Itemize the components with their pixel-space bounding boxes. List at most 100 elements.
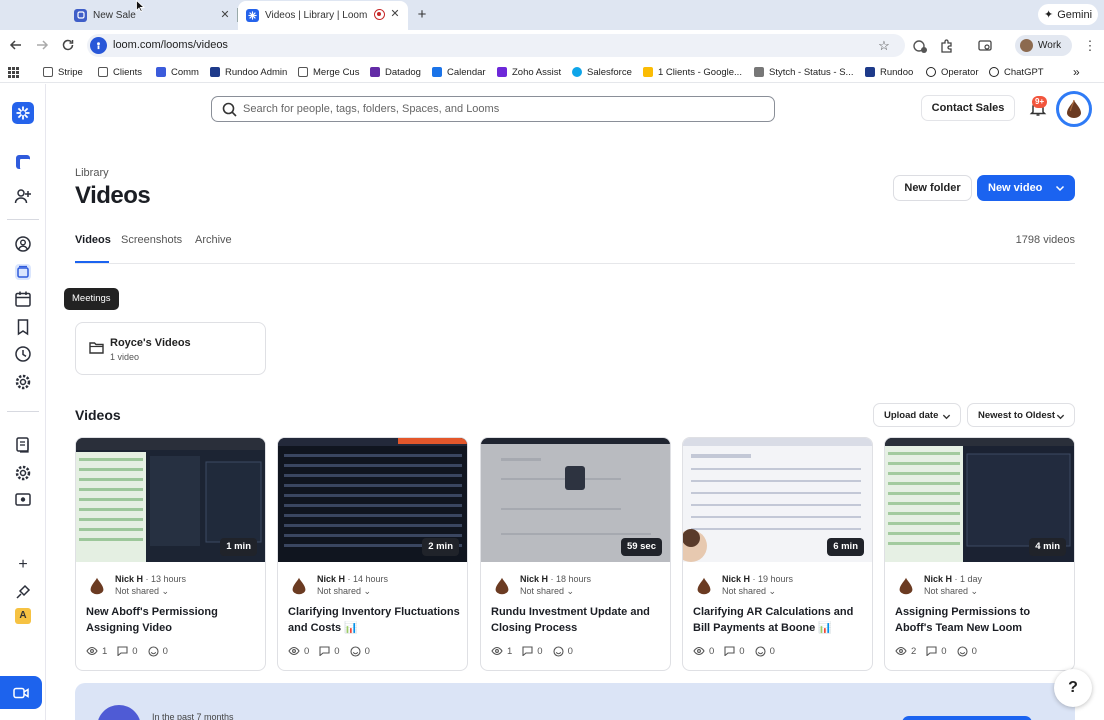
screen-record-icon[interactable] (13, 490, 33, 510)
close-tab-icon[interactable]: ✕ (218, 8, 232, 22)
record-button[interactable] (0, 676, 42, 709)
integrations-icon[interactable] (13, 582, 33, 602)
share-status-dropdown[interactable]: Not shared ⌄ (520, 586, 574, 597)
share-status-dropdown[interactable]: Not shared ⌄ (317, 586, 371, 597)
bookmark-clients[interactable]: Clients (98, 65, 142, 79)
owner-name[interactable]: Nick H (317, 574, 345, 584)
owner-name[interactable]: Nick H (924, 574, 952, 584)
bookmark-rundoo[interactable]: Rundoo (865, 65, 913, 79)
video-title[interactable]: Clarifying Inventory Fluctuations and Co… (288, 604, 463, 636)
sidebar-tooltip: Meetings (64, 288, 119, 310)
bookmark-comm[interactable]: Comm (156, 65, 199, 79)
reactions-count: 0 (162, 645, 168, 657)
tab-screenshots[interactable]: Screenshots (121, 234, 182, 246)
video-title[interactable]: Clarifying AR Calculations and Bill Paym… (693, 604, 868, 636)
owner-name[interactable]: Nick H (722, 574, 750, 584)
forward-arrow-icon[interactable] (34, 37, 50, 53)
bookmark-merge-cus[interactable]: Merge Cus (298, 65, 359, 79)
breadcrumb[interactable]: Library (75, 167, 109, 179)
reload-icon[interactable] (60, 37, 76, 53)
profile-circle-icon[interactable] (13, 234, 33, 254)
site-info-icon[interactable] (90, 37, 107, 54)
video-meta: Nick H · 13 hours Not shared ⌄ (86, 573, 256, 599)
document-icon[interactable] (13, 435, 33, 455)
browser-tab-new-sale[interactable]: New Sale ✕ (66, 2, 238, 28)
folder-card[interactable]: Royce's Videos 1 video (75, 322, 266, 375)
new-tab-button[interactable]: + (414, 6, 430, 23)
share-status-dropdown[interactable]: Not shared ⌄ (924, 586, 978, 597)
video-card[interactable]: 2 min Nick H · 14 hours Not shared ⌄ Cla… (277, 437, 468, 671)
tab-title: Videos | Library | Loom (265, 10, 368, 21)
workspace-avatar[interactable]: A (15, 608, 31, 624)
history-clock-icon[interactable] (13, 344, 33, 364)
share-status-dropdown[interactable]: Not shared ⌄ (115, 586, 169, 597)
user-avatar[interactable] (1056, 91, 1092, 127)
close-tab-icon[interactable]: ✕ (388, 7, 402, 21)
bookmark-salesforce[interactable]: Salesforce (572, 65, 632, 79)
settings-gear-icon[interactable] (13, 372, 33, 392)
tab-search-icon[interactable] (977, 38, 993, 54)
bookmark-stytch[interactable]: Stytch - Status - S... (754, 65, 853, 79)
profile-button[interactable]: Work (1015, 35, 1072, 56)
sort-order-dropdown[interactable]: Newest to Oldest (967, 403, 1075, 427)
new-video-button[interactable]: New video (977, 175, 1075, 201)
owner-name[interactable]: Nick H (115, 574, 143, 584)
gemini-button[interactable]: ✦ Gemini (1038, 4, 1098, 25)
comments-count: 0 (334, 645, 340, 657)
bookmark-icon[interactable] (13, 317, 33, 337)
workspace-settings-icon[interactable] (13, 463, 33, 483)
back-arrow-icon[interactable] (8, 37, 24, 53)
bookmark-calendar[interactable]: Calendar (432, 65, 486, 79)
owner-avatar[interactable] (895, 575, 917, 597)
meetings-calendar-icon[interactable] (13, 289, 33, 309)
library-icon[interactable] (13, 152, 33, 172)
url-text[interactable]: loom.com/looms/videos (113, 39, 228, 51)
owner-avatar[interactable] (491, 575, 513, 597)
reactions-count: 0 (364, 645, 370, 657)
tab-videos[interactable]: Videos (75, 234, 111, 246)
contact-sales-button[interactable]: Contact Sales (921, 95, 1015, 121)
owner-name[interactable]: Nick H (520, 574, 548, 584)
help-button[interactable]: ? (1054, 669, 1092, 707)
bookmark-rundoo-admin[interactable]: Rundoo Admin (210, 65, 287, 79)
more-menu-icon[interactable]: ⋮ (1082, 38, 1098, 54)
comments-count: 0 (132, 645, 138, 657)
loom-logo-icon[interactable] (12, 102, 34, 124)
search-input[interactable] (243, 101, 763, 117)
bookmark-zoho-assist[interactable]: Zoho Assist (497, 65, 561, 79)
bookmarks-overflow-icon[interactable]: » (1073, 65, 1080, 79)
bookmark-datadog[interactable]: Datadog (370, 65, 421, 79)
video-title[interactable]: Rundu Investment Update and Closing Proc… (491, 604, 666, 636)
add-plus-icon[interactable]: + (13, 555, 33, 575)
share-status-dropdown[interactable]: Not shared ⌄ (722, 586, 776, 597)
bookmark-star-icon[interactable]: ☆ (876, 38, 892, 54)
search-bar[interactable] (211, 96, 775, 122)
folder-name: Royce's Videos (110, 337, 191, 349)
video-title[interactable]: Assigning Permissions to Aboff's Team Ne… (895, 604, 1070, 636)
bookmark-chatgpt[interactable]: ChatGPT (989, 65, 1044, 79)
video-card[interactable]: 6 min Nick H · 19 hours Not shared ⌄ Cla… (682, 437, 873, 671)
video-card[interactable]: 1 min Nick H · 13 hours Not shared ⌄ New… (75, 437, 266, 671)
sort-field-dropdown[interactable]: Upload date (873, 403, 961, 427)
owner-avatar[interactable] (288, 575, 310, 597)
bookmark-stripe[interactable]: Stripe (43, 65, 83, 79)
videos-library-icon[interactable] (13, 262, 33, 282)
recording-indicator-icon (374, 9, 385, 20)
extensions-puzzle-icon[interactable] (939, 38, 955, 54)
video-title[interactable]: New Aboff's Permissiong Assigning Video (86, 604, 261, 636)
owner-avatar[interactable] (86, 575, 108, 597)
stytch-icon (754, 67, 764, 77)
video-count: 1798 videos (1015, 234, 1075, 246)
owner-avatar[interactable] (693, 575, 715, 597)
bookmark-google-drive[interactable]: 1 Clients - Google... (643, 65, 742, 79)
extension-sync-icon[interactable] (912, 38, 928, 54)
apps-grid-icon[interactable] (8, 65, 19, 79)
bookmark-operator[interactable]: Operator (926, 65, 979, 79)
video-card[interactable]: 59 sec Nick H · 18 hours Not shared ⌄ Ru… (480, 437, 671, 671)
tab-archive[interactable]: Archive (195, 234, 232, 246)
add-user-icon[interactable] (13, 186, 33, 206)
video-duration: 2 min (422, 538, 459, 556)
new-folder-button[interactable]: New folder (893, 175, 972, 201)
insights-button[interactable] (902, 716, 1032, 720)
video-card[interactable]: 4 min Nick H · 1 day Not shared ⌄ Assign… (884, 437, 1075, 671)
